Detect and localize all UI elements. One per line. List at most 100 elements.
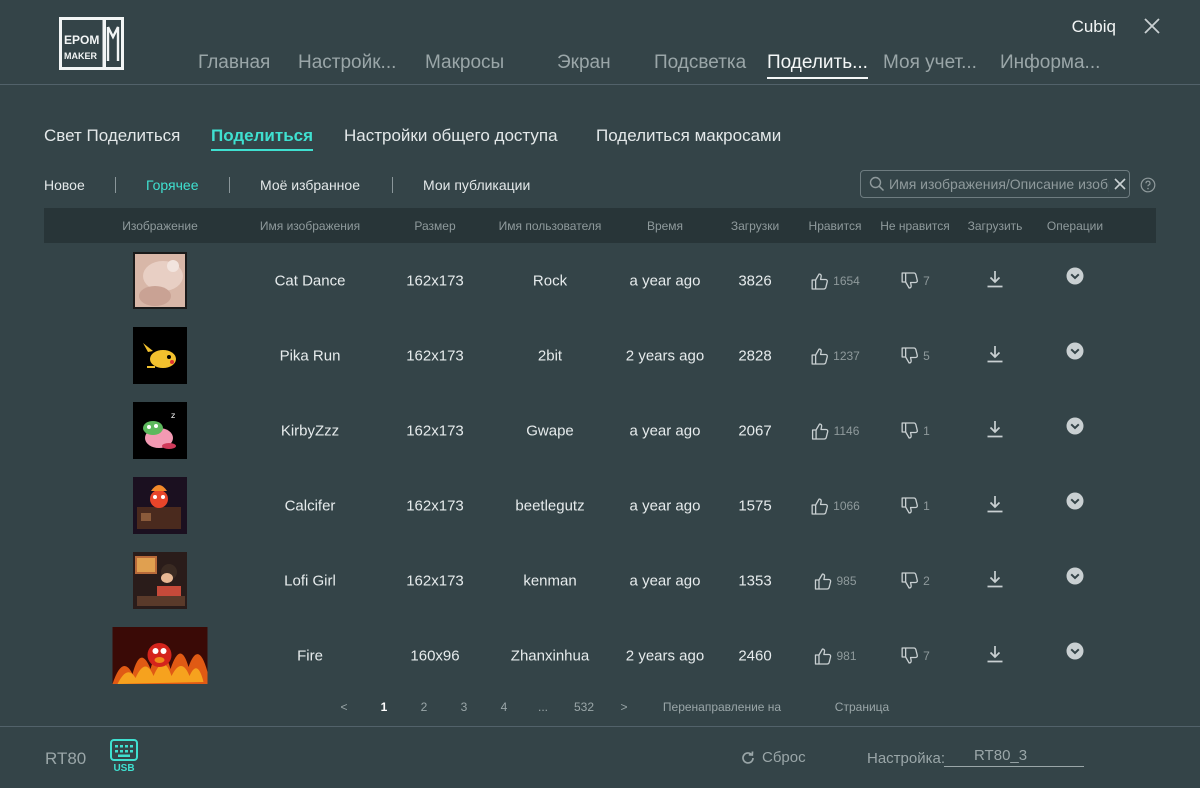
image-size: 162x173	[406, 347, 464, 364]
like-button[interactable]: 1654	[810, 271, 860, 291]
likes-count: 985	[836, 573, 857, 588]
tab-share[interactable]: Поделиться	[211, 126, 314, 151]
download-icon	[987, 570, 1003, 587]
lofi-girl-thumbnail[interactable]	[133, 552, 187, 609]
reset-button[interactable]: Сброс	[740, 749, 806, 766]
operations-button[interactable]	[1066, 342, 1084, 364]
next-page-button[interactable]: >	[620, 700, 627, 714]
like-button[interactable]: 1146	[811, 421, 859, 441]
col-download: Загрузить	[967, 219, 1023, 233]
download-icon	[987, 420, 1003, 437]
downloads-count: 2828	[738, 347, 772, 364]
user-name-cell: Rock	[532, 272, 568, 289]
user-name-cell: 2bit	[537, 347, 563, 364]
chevron-down-circle-icon	[1066, 642, 1084, 660]
downloads-count: 3826	[738, 272, 772, 289]
image-size: 160x96	[410, 647, 460, 664]
col-operations: Операции	[1046, 219, 1104, 233]
nav-lighting[interactable]: Подсветка	[654, 52, 746, 74]
image-size: 162x173	[406, 572, 464, 589]
download-button[interactable]	[985, 494, 1005, 518]
download-icon	[987, 345, 1003, 362]
chevron-down-circle-icon	[1066, 567, 1084, 585]
page-1[interactable]: 1	[381, 700, 388, 714]
pika-run-thumbnail[interactable]	[133, 327, 187, 384]
reset-label: Сброс	[762, 749, 806, 766]
user-name-cell: Zhanxinhua	[510, 647, 590, 664]
filter-hot[interactable]: Горячее	[146, 177, 199, 193]
like-button[interactable]: 1237	[810, 346, 860, 366]
dislike-button[interactable]: 2	[900, 571, 930, 591]
calcifer-thumbnail[interactable]	[133, 477, 187, 534]
tab-share-macros[interactable]: Поделиться макросами	[596, 126, 781, 146]
like-button[interactable]: 985	[813, 571, 857, 591]
time-cell: 2 years ago	[625, 647, 705, 664]
nav-share[interactable]: Поделить...	[767, 52, 868, 79]
keyboard-icon	[110, 739, 138, 761]
col-time: Время	[646, 219, 684, 233]
operations-button[interactable]	[1066, 417, 1084, 439]
table-row[interactable]: Pika Run 162x173 2bit 2 years ago 2828 1237 5	[44, 318, 1156, 393]
filter-divider	[392, 177, 393, 193]
page-4[interactable]: 4	[501, 700, 508, 714]
fire-thumbnail[interactable]	[112, 627, 208, 684]
operations-button[interactable]	[1066, 267, 1084, 289]
operations-button[interactable]	[1066, 642, 1084, 664]
like-button[interactable]: 1066	[810, 496, 860, 516]
logo-text-bottom: MAKER	[64, 51, 97, 61]
user-name-cell: kenman	[523, 572, 577, 589]
tab-light-share[interactable]: Свет Поделиться	[44, 126, 180, 146]
kirby-zzz-thumbnail[interactable]: z	[133, 402, 187, 459]
like-button[interactable]: 981	[813, 646, 857, 666]
user-name[interactable]: Cubiq	[1072, 17, 1116, 37]
usb-connection-button[interactable]: USB	[108, 739, 140, 779]
download-button[interactable]	[985, 569, 1005, 593]
nav-account[interactable]: Моя учет...	[883, 52, 977, 74]
page-2[interactable]: 2	[421, 700, 428, 714]
close-icon[interactable]	[1142, 16, 1162, 36]
prev-page-button[interactable]: <	[340, 700, 347, 714]
search-input[interactable]	[889, 176, 1109, 192]
download-button[interactable]	[985, 344, 1005, 368]
chevron-down-circle-icon	[1066, 342, 1084, 360]
download-button[interactable]	[985, 419, 1005, 443]
image-size: 162x173	[406, 272, 464, 289]
table-row[interactable]: Fire 160x96 Zhanxinhua 2 years ago 2460 981 7	[44, 618, 1156, 693]
thumbs-up-icon	[814, 647, 832, 665]
table-row[interactable]: Cat Dance 162x173 Rock a year ago 3826 1654 7	[44, 243, 1156, 318]
table-row[interactable]: z KirbyZzz 162x173 Gwape a year ago 2067 1146 1	[44, 393, 1156, 468]
nav-home[interactable]: Главная	[198, 52, 270, 74]
device-name: RT80	[45, 749, 87, 768]
filter-my-posts[interactable]: Мои публикации	[423, 177, 530, 193]
time-cell: a year ago	[629, 572, 701, 589]
dislike-button[interactable]: 5	[900, 346, 930, 366]
download-icon	[987, 645, 1003, 662]
nav-macros[interactable]: Макросы	[425, 52, 504, 74]
download-button[interactable]	[985, 269, 1005, 293]
image-name: Fire	[297, 647, 323, 664]
download-button[interactable]	[985, 644, 1005, 668]
likes-count: 1237	[833, 348, 860, 363]
search-icon	[869, 176, 885, 192]
dislike-button[interactable]: 1	[900, 496, 930, 516]
page-last[interactable]: 532	[574, 700, 594, 714]
dislike-button[interactable]: 7	[900, 646, 930, 666]
operations-button[interactable]	[1066, 567, 1084, 589]
page-3[interactable]: 3	[461, 700, 468, 714]
dislike-button[interactable]: 7	[900, 271, 930, 291]
nav-info[interactable]: Информа...	[1000, 52, 1100, 74]
nav-settings[interactable]: Настройк...	[298, 52, 396, 74]
filter-favorites[interactable]: Моё избранное	[260, 177, 360, 193]
tab-share-settings[interactable]: Настройки общего доступа	[344, 126, 558, 146]
table-row[interactable]: Calcifer 162x173 beetlegutz a year ago 1575 1…	[44, 468, 1156, 543]
operations-button[interactable]	[1066, 492, 1084, 514]
nav-screen[interactable]: Экран	[557, 52, 611, 74]
reset-icon	[742, 750, 754, 764]
clear-search-icon[interactable]	[1113, 177, 1127, 191]
dislike-button[interactable]: 1	[900, 421, 930, 441]
help-icon[interactable]	[1140, 177, 1156, 193]
filter-new[interactable]: Новое	[44, 177, 85, 193]
profile-select[interactable]: RT80_3	[944, 747, 1084, 767]
table-row[interactable]: Lofi Girl 162x173 kenman a year ago 1353 985 2	[44, 543, 1156, 618]
cat-dance-thumbnail[interactable]	[133, 252, 187, 309]
